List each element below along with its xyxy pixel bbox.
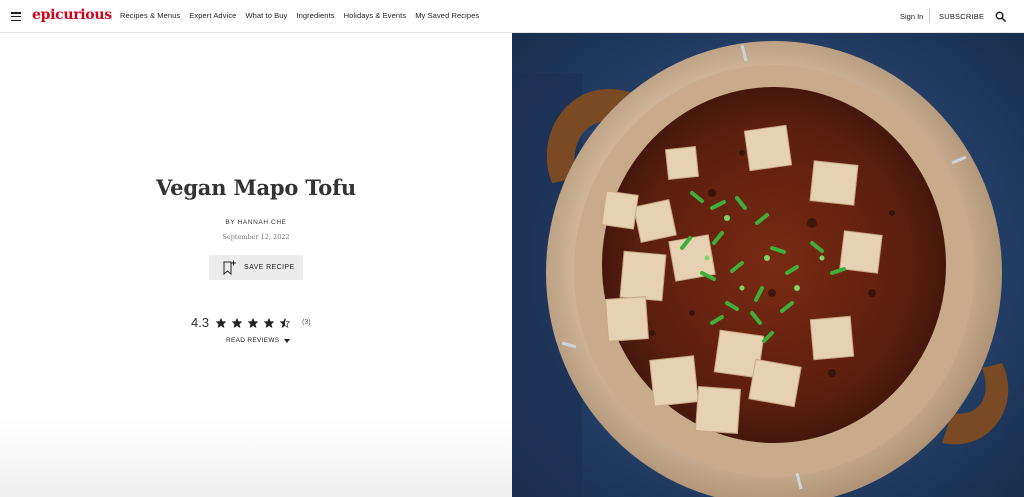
star-icon [216, 317, 227, 328]
save-recipe-label: SAVE RECIPE [244, 264, 295, 271]
star-icon [248, 317, 259, 328]
recipe-byline[interactable]: BY HANNAH CHE [0, 219, 512, 226]
search-icon[interactable] [995, 11, 1006, 22]
star-icon [280, 317, 291, 328]
site-header: epicurious Recipes & Menus Expert Advice… [0, 0, 1024, 33]
header-divider [929, 8, 930, 23]
subscribe-link[interactable]: SUBSCRIBE [939, 12, 984, 21]
mapo-tofu-photo [512, 33, 1024, 497]
star-icon [264, 317, 275, 328]
star-rating [216, 317, 291, 328]
review-count: (3) [302, 319, 311, 326]
nav-recipes-menus[interactable]: Recipes & Menus [120, 11, 180, 20]
recipe-title: Vegan Mapo Tofu [156, 175, 356, 200]
read-reviews-link[interactable]: READ REVIEWS [226, 337, 291, 344]
publish-date: September 12, 2022 [222, 233, 290, 241]
recipe-header-panel: Vegan Mapo Tofu BY HANNAH CHE September … [0, 33, 512, 497]
star-icon [232, 317, 243, 328]
nav-holidays-events[interactable]: Holidays & Events [344, 11, 407, 20]
read-reviews-label: READ REVIEWS [226, 337, 280, 344]
rating-score: 4.3 [191, 315, 210, 330]
bookmark-add-icon [223, 260, 236, 275]
sign-in-link[interactable]: Sign In [900, 12, 923, 21]
save-recipe-button[interactable]: SAVE RECIPE [209, 255, 303, 280]
rating-summary: 4.3 (3) [191, 315, 311, 330]
main-nav: Recipes & Menus Expert Advice What to Bu… [120, 11, 488, 20]
nav-expert-advice[interactable]: Expert Advice [189, 11, 236, 20]
recipe-hero-image [512, 33, 1024, 497]
site-logo[interactable]: epicurious [32, 7, 112, 23]
nav-ingredients[interactable]: Ingredients [296, 11, 334, 20]
nav-my-saved-recipes[interactable]: My Saved Recipes [415, 11, 479, 20]
hamburger-menu-icon[interactable] [11, 12, 21, 22]
caret-down-icon [284, 338, 291, 343]
nav-what-to-buy[interactable]: What to Buy [245, 11, 287, 20]
